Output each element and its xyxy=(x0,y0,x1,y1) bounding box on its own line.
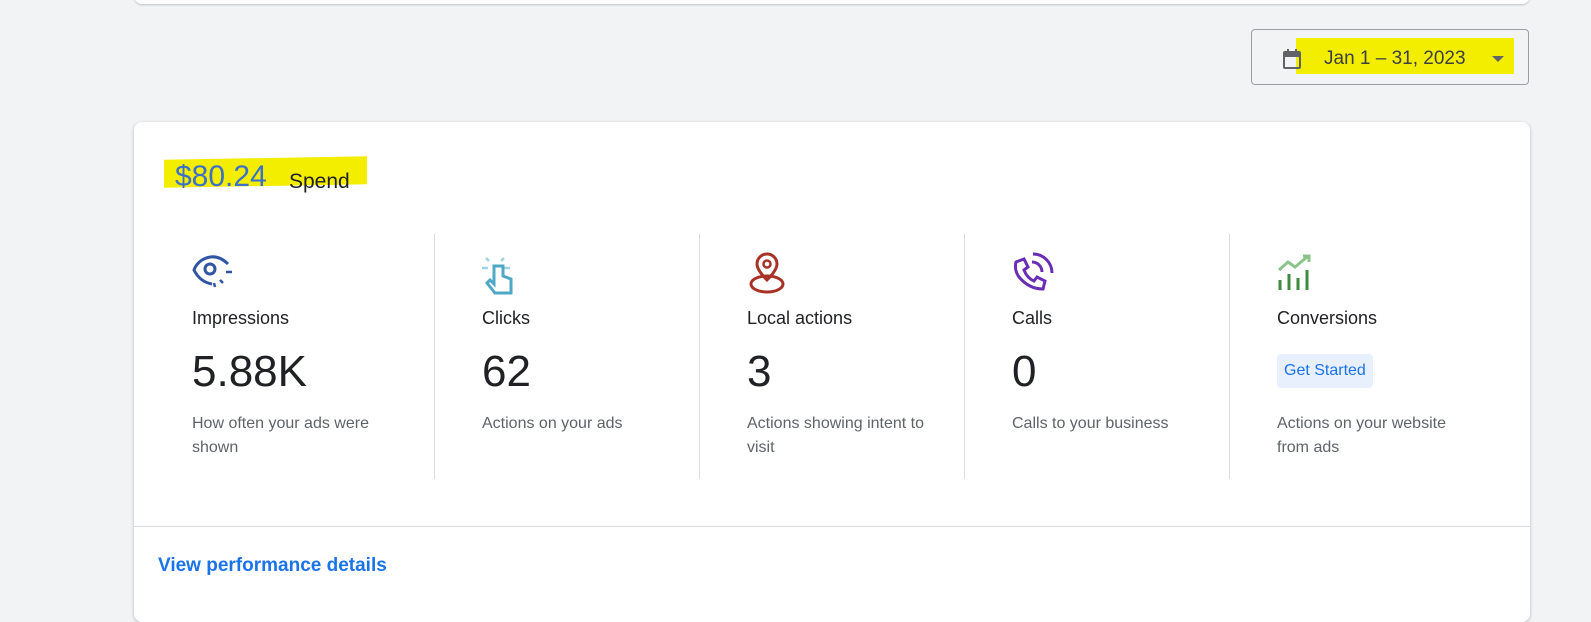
tap-icon xyxy=(482,257,513,295)
metric-value: 5.88K xyxy=(192,347,307,396)
metric-label: Impressions xyxy=(192,308,290,328)
view-performance-details-link[interactable]: View performance details xyxy=(158,555,387,577)
metric-label: Calls xyxy=(1012,308,1053,328)
eye-icon xyxy=(192,255,232,288)
divider xyxy=(1229,234,1230,479)
metric-label: Local actions xyxy=(747,308,853,328)
get-started-button[interactable]: Get Started xyxy=(1277,354,1373,388)
metric-value: 3 xyxy=(747,347,772,396)
spend-amount: $80.24 xyxy=(175,160,267,193)
metric-clicks: Clicks 62 Actions on your ads xyxy=(434,234,699,479)
top-bar xyxy=(134,0,1530,4)
metric-value: 0 xyxy=(1012,347,1037,396)
metric-description: Actions on your website from ads xyxy=(1277,415,1446,456)
date-range-picker[interactable]: Jan 1 – 31, 2023 xyxy=(1251,29,1529,85)
dropdown-arrow-icon xyxy=(1492,56,1504,62)
date-range-label: Jan 1 – 31, 2023 xyxy=(1324,48,1466,69)
metric-description: How often your ads were shown xyxy=(192,415,369,456)
divider xyxy=(964,234,965,479)
metric-description: Calls to your business xyxy=(1012,415,1169,432)
performance-card: $80.24 Spend Impressions 5.88K How often… xyxy=(134,122,1530,622)
location-pin-icon xyxy=(749,252,785,294)
trend-chart-icon xyxy=(1278,254,1311,290)
metric-calls: Calls 0 Calls to your business xyxy=(964,234,1229,479)
metric-label: Clicks xyxy=(482,308,530,328)
metric-local-actions: Local actions 3 Actions showing intent t… xyxy=(699,234,964,479)
metric-description: Actions showing intent to visit xyxy=(747,415,924,456)
metric-impressions: Impressions 5.88K How often your ads wer… xyxy=(134,234,399,479)
metric-conversions: Conversions Get Started Actions on your … xyxy=(1229,234,1494,479)
metric-label: Conversions xyxy=(1277,308,1378,328)
calendar-icon xyxy=(1283,49,1301,69)
phone-icon xyxy=(1013,252,1054,291)
spend-label: Spend xyxy=(289,170,350,193)
divider xyxy=(699,234,700,479)
divider xyxy=(134,526,1530,527)
divider xyxy=(434,234,435,479)
metric-value: 62 xyxy=(482,347,531,396)
metric-description: Actions on your ads xyxy=(482,415,623,432)
